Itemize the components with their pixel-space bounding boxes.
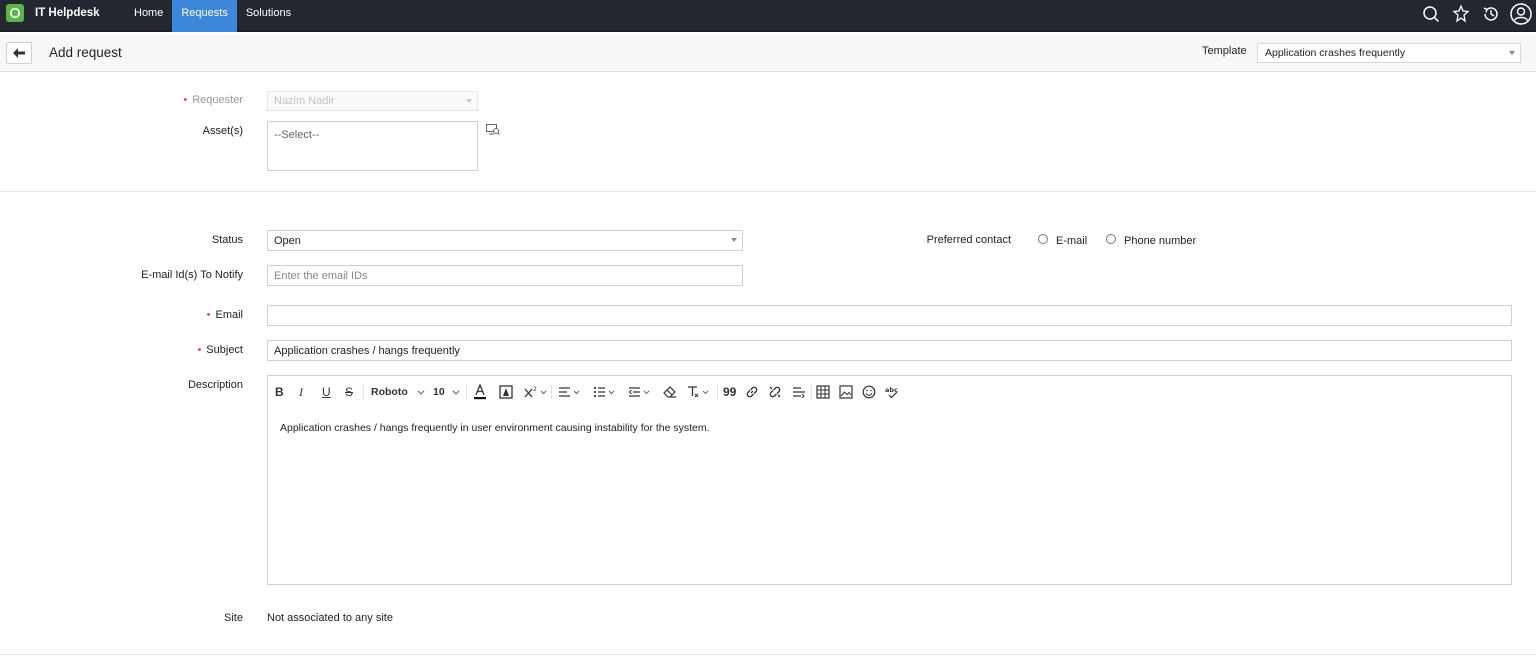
toolbar-separator [811,385,812,399]
svg-text:2: 2 [533,386,537,393]
preferred-contact-label: Preferred contact [926,234,1011,246]
quick-actions-icon[interactable] [1446,0,1476,28]
description-editor[interactable]: Application crashes / hangs frequently i… [267,407,1512,585]
section-divider [0,191,1536,192]
brand[interactable]: IT Helpdesk [6,3,100,23]
asset-lookup-icon[interactable] [486,124,500,139]
clear-format-icon[interactable] [686,384,712,400]
font-family-select[interactable]: Roboto [371,384,425,400]
chevron-down-icon [452,387,460,395]
phone-radio[interactable] [1106,234,1116,244]
strikethrough-icon[interactable]: S [345,384,353,400]
emoji-icon[interactable] [862,384,876,400]
assets-label: Asset(s) [202,125,243,137]
subject-input[interactable]: Application crashes / hangs frequently [267,340,1512,361]
email-radio[interactable] [1038,234,1048,244]
toolbar-separator [363,385,364,399]
chevron-down-icon [731,238,737,242]
superscript-icon[interactable]: 2 [524,384,548,400]
chevron-down-icon [466,99,472,103]
status-label: Status [211,234,243,246]
subject-label: • Subject [197,344,243,356]
bold-icon[interactable]: B [275,384,284,400]
indent-icon[interactable] [628,384,654,400]
image-icon[interactable] [839,384,853,400]
bottom-divider [0,654,1536,655]
toolbar-separator [466,385,467,399]
search-icon[interactable] [1416,0,1446,28]
link-icon[interactable] [745,384,759,400]
assets-field[interactable]: --Select-- [267,121,478,171]
helpdesk-logo-icon [6,4,24,22]
required-marker: • [206,309,211,321]
description-text: Application crashes / hangs frequently i… [280,422,710,434]
editor-toolbar: B I U S Roboto 10 2 99 abc [267,375,1512,408]
top-icons [1416,0,1536,28]
quote-icon[interactable]: 99 [723,384,736,400]
top-bar: IT Helpdesk Home Requests Solutions [0,0,1536,32]
template-select[interactable]: Application crashes frequently [1257,43,1521,63]
requester-label: • Requester [183,94,243,106]
spellcheck-icon[interactable]: abc [885,384,901,400]
align-icon[interactable] [558,384,584,400]
back-button[interactable] [6,42,32,64]
arrow-left-icon [13,48,25,58]
nav-requests[interactable]: Requests [172,0,237,32]
chevron-down-icon [417,387,425,395]
site-label: Site [224,612,243,624]
user-avatar-icon[interactable] [1506,0,1536,28]
font-color-icon[interactable] [473,384,487,400]
italic-icon[interactable]: I [299,384,303,400]
list-icon[interactable] [593,384,619,400]
email-label: • Email [206,309,243,321]
table-icon[interactable] [816,384,830,400]
requester-field: Nazim Nadir [267,91,478,111]
toolbar-separator [551,385,552,399]
site-value: Not associated to any site [267,612,393,624]
required-marker: • [183,94,188,106]
email-input[interactable] [267,305,1512,326]
description-label: Description [187,379,243,391]
underline-icon[interactable]: U [322,384,331,400]
page-header: Add request Template Application crashes… [0,34,1536,72]
horizontal-rule-icon[interactable] [792,384,806,400]
toolbar-separator [717,385,718,399]
highlight-icon[interactable] [499,384,513,400]
page-title: Add request [49,45,122,60]
eraser-icon[interactable] [663,384,677,400]
notify-label: E-mail Id(s) To Notify [141,269,243,281]
notify-input[interactable]: Enter the email IDs [267,265,743,286]
nav-home[interactable]: Home [125,0,172,32]
font-size-select[interactable]: 10 [433,384,460,400]
email-radio-label: E-mail [1056,235,1088,247]
status-select[interactable]: Open [267,230,743,251]
required-marker: • [197,344,202,356]
history-icon[interactable] [1476,0,1506,28]
app-title: IT Helpdesk [35,7,100,19]
template-label: Template [1202,45,1247,57]
nav-solutions[interactable]: Solutions [237,0,300,32]
main-nav: Home Requests Solutions [125,0,300,32]
unlink-icon[interactable] [768,384,782,400]
template-value: Application crashes frequently [1265,47,1406,59]
phone-radio-label: Phone number [1124,235,1197,247]
chevron-down-icon [1509,51,1515,55]
